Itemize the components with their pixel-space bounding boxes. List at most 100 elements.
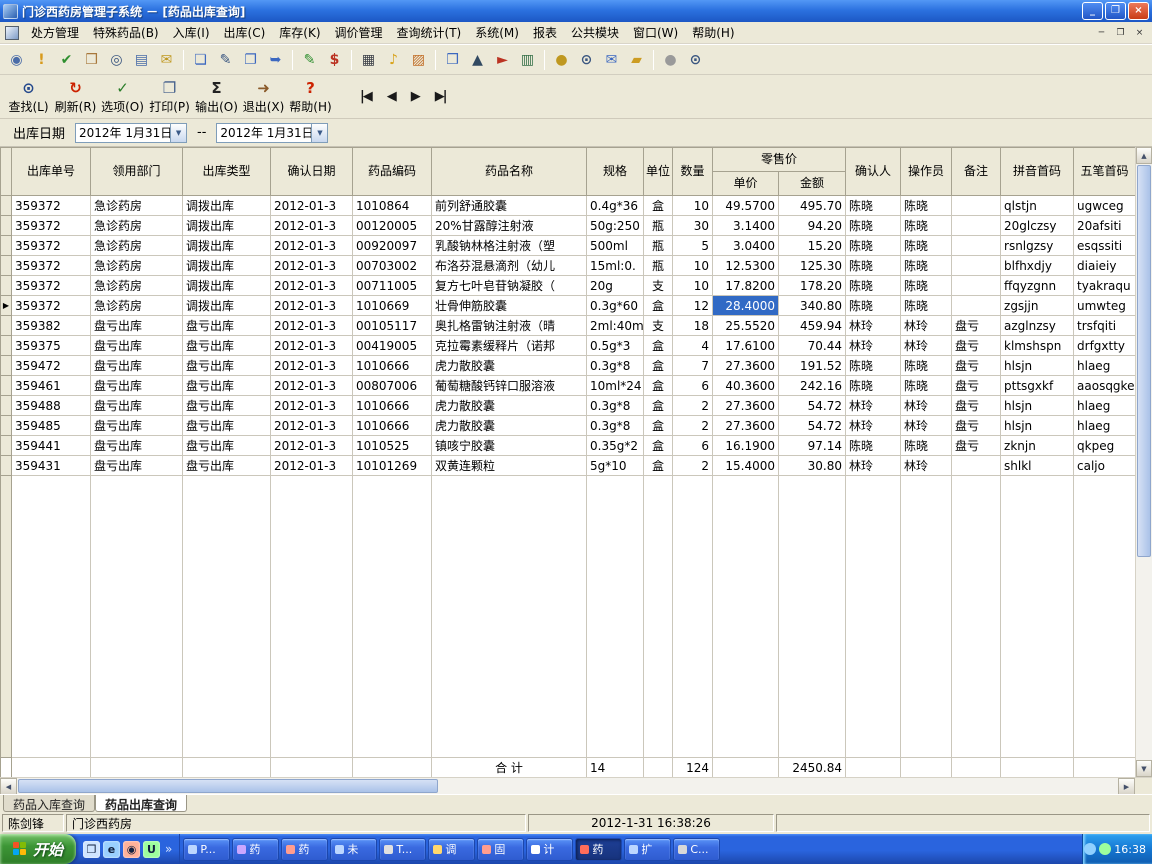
cell-unit[interactable]: 盒 [643,435,673,456]
mdi-minimize-button[interactable]: ─ [1093,25,1110,40]
cell-dept[interactable]: 急诊药房 [90,255,183,276]
uc-browser-icon[interactable]: U [143,840,160,858]
cell-unit_price[interactable]: 49.5700 [712,195,779,216]
cell-dept[interactable]: 盘亏出库 [90,435,183,456]
cell-remark[interactable]: 盘亏 [951,355,1002,376]
cell-qty[interactable]: 2 [672,455,713,476]
books-icon[interactable]: ▥ [516,48,539,71]
cell-unit[interactable]: 盒 [643,375,673,396]
help-button[interactable]: ? 帮助(H) [287,77,334,117]
cell-out_type[interactable]: 调拨出库 [182,295,271,316]
cell-wubi[interactable]: drfgxtty [1073,335,1135,356]
cell-operator[interactable]: 陈晓 [900,255,953,276]
cell-qty[interactable]: 4 [672,335,713,356]
cell-spec[interactable]: 0.3g*8 [586,395,644,416]
cell-out_type[interactable]: 盘亏出库 [182,415,271,436]
cell-qty[interactable]: 2 [672,395,713,416]
cell-amount[interactable]: 54.72 [777,415,847,436]
cell-pinyin[interactable]: zknjn [1000,435,1075,456]
cell-drug_code[interactable]: 00711005 [352,275,432,296]
table-row[interactable]: 359472 盘亏出库 盘亏出库 2012-01-3 1010666 虎力散胶囊 0.3g*… [0,355,1135,376]
mail-send-icon[interactable]: ✉ [600,48,623,71]
options-button[interactable]: ✓ 选项(O) [99,77,146,117]
cell-pinyin[interactable]: zgsjjn [1000,295,1075,316]
notebook-icon[interactable]: ❒ [80,48,103,71]
col-header-amount[interactable]: 金额 [777,171,847,196]
cell-unit_price[interactable]: 17.8200 [712,275,779,296]
col-header-remark[interactable]: 备注 [951,147,1002,196]
cell-drug_name[interactable]: 虎力散胶囊 [431,395,587,416]
cell-drug_name[interactable]: 布洛芬混悬滴剂（幼儿 [431,255,587,276]
cell-operator[interactable]: 林玲 [900,335,953,356]
cell-confirmer[interactable]: 陈晓 [845,235,902,256]
cell-confirmer[interactable]: 陈晓 [845,375,902,396]
cell-wubi[interactable]: hlaeg [1073,395,1135,416]
cell-dept[interactable]: 盘亏出库 [90,355,183,376]
cell-wubi[interactable]: umwteg [1073,295,1135,316]
cell-confirm_date[interactable]: 2012-01-3 [270,375,353,396]
cell-amount[interactable]: 30.80 [777,455,847,476]
cell-out_type[interactable]: 盘亏出库 [182,455,271,476]
cell-confirmer[interactable]: 陈晓 [845,275,902,296]
cell-doc_no[interactable]: 359461 [11,375,91,396]
quick-launch-chevron-icon[interactable]: » [163,842,172,856]
cell-spec[interactable]: 0.3g*8 [586,415,644,436]
cell-pinyin[interactable]: qlstjn [1000,195,1075,216]
cell-wubi[interactable]: hlaeg [1073,355,1135,376]
cell-confirm_date[interactable]: 2012-01-3 [270,195,353,216]
print-button[interactable]: ❐ 打印(P) [146,77,193,117]
cell-confirmer[interactable]: 陈晓 [845,355,902,376]
cell-remark[interactable]: 盘亏 [951,315,1002,336]
menu-item-10[interactable]: 公共模块 [564,22,626,43]
table-row[interactable]: 359372 急诊药房 调拨出库 2012-01-3 00920097 乳酸钠林格注射液（… [0,235,1135,256]
cell-confirm_date[interactable]: 2012-01-3 [270,435,353,456]
cell-operator[interactable]: 陈晓 [900,295,953,316]
cell-unit[interactable]: 支 [643,315,673,336]
cell-wubi[interactable]: diaieiy [1073,255,1135,276]
edit-doc-icon[interactable]: ✎ [214,48,237,71]
menu-item-3[interactable]: 入库(I) [166,22,217,43]
cell-qty[interactable]: 6 [672,375,713,396]
restore-button[interactable]: ❐ [1105,2,1126,20]
cell-drug_code[interactable]: 1010864 [352,195,432,216]
export-button[interactable]: Σ 输出(O) [193,77,240,117]
cell-operator[interactable]: 林玲 [900,455,953,476]
col-header-group-retail-price[interactable]: 零售价 [711,147,847,172]
cell-remark[interactable] [951,195,1002,216]
cell-unit[interactable]: 瓶 [643,235,673,256]
cell-dept[interactable]: 盘亏出库 [90,375,183,396]
nav-prev-button[interactable]: ◀ [387,89,397,104]
menu-item-9[interactable]: 报表 [526,22,564,43]
package-icon[interactable]: ❒ [441,48,464,71]
scroll-right-icon[interactable]: ▶ [1118,778,1135,795]
cell-unit[interactable]: 盒 [643,335,673,356]
cell-wubi[interactable]: trsfqiti [1073,315,1135,336]
cell-confirmer[interactable]: 林玲 [845,315,902,336]
cell-remark[interactable]: 盘亏 [951,335,1002,356]
cell-drug_name[interactable]: 20%甘露醇注射液 [431,215,587,236]
cell-qty[interactable]: 12 [672,295,713,316]
network-icon[interactable] [1084,843,1097,855]
cell-unit_price[interactable]: 16.1900 [712,435,779,456]
cell-operator[interactable]: 陈晓 [900,375,953,396]
cell-remark[interactable] [951,255,1002,276]
cell-unit_price[interactable]: 25.5520 [712,315,779,336]
cell-drug_name[interactable]: 壮骨伸筋胶囊 [431,295,587,316]
cell-dept[interactable]: 急诊药房 [90,295,183,316]
table-row[interactable]: 359372 急诊药房 调拨出库 2012-01-3 00711005 复方七叶皂苷钠凝胶… [0,275,1135,296]
cell-dept[interactable]: 急诊药房 [90,235,183,256]
mdi-child-icon[interactable] [5,25,19,40]
report-chart-icon[interactable]: ✎ [298,48,321,71]
cell-confirmer[interactable]: 陈晓 [845,295,902,316]
cell-doc_no[interactable]: 359485 [11,415,91,436]
menu-item-5[interactable]: 库存(K) [272,22,327,43]
cell-drug_code[interactable]: 1010666 [352,415,432,436]
cell-wubi[interactable]: caljo [1073,455,1135,476]
table-row[interactable]: 359372 急诊药房 调拨出库 2012-01-3 00703002 布洛芬混悬滴剂（幼… [0,255,1135,276]
cell-spec[interactable]: 0.35g*2 [586,435,644,456]
alert-icon[interactable]: ! [30,48,53,71]
cell-pinyin[interactable]: azglnzsy [1000,315,1075,336]
copy-doc-icon[interactable]: ❐ [239,48,262,71]
cell-drug_name[interactable]: 克拉霉素缓释片（诺邦 [431,335,587,356]
cell-pinyin[interactable]: ffqyzgnn [1000,275,1075,296]
